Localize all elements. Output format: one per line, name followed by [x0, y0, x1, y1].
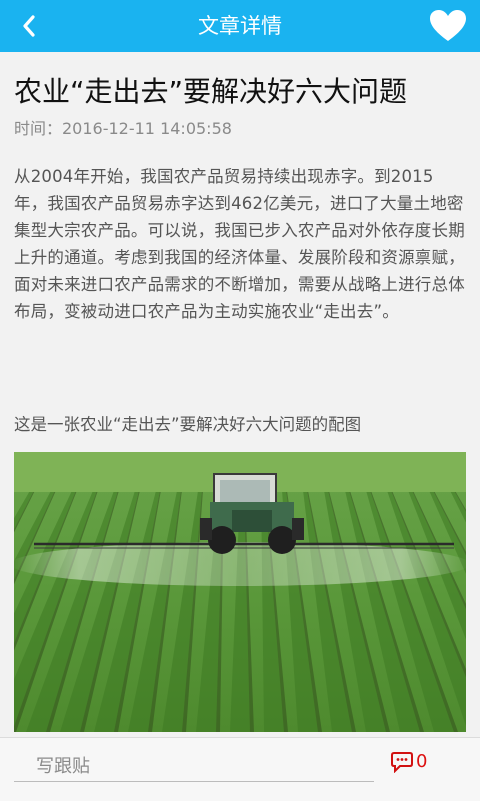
article-image	[14, 452, 466, 732]
heart-icon	[430, 10, 466, 41]
reply-input[interactable]	[14, 752, 374, 782]
farm-field-illustration	[14, 452, 466, 732]
article-timestamp: 时间：2016-12-11 14:05:58	[14, 119, 232, 138]
article-body: 从2004年开始，我国农产品贸易持续出现赤字。到2015年，我国农产品贸易赤字达…	[14, 167, 465, 321]
comment-bubble-icon	[391, 752, 413, 773]
top-bar: 文章详情	[0, 0, 480, 52]
comment-count: 0	[416, 751, 428, 772]
page-title: 文章详情	[198, 14, 282, 38]
comment-count-button[interactable]: 0	[390, 750, 438, 776]
image-caption: 这是一张农业“走出去”要解决好六大问题的配图	[14, 415, 362, 434]
article-title: 农业“走出去”要解决好六大问题	[14, 75, 408, 108]
favorite-button[interactable]	[428, 8, 468, 44]
